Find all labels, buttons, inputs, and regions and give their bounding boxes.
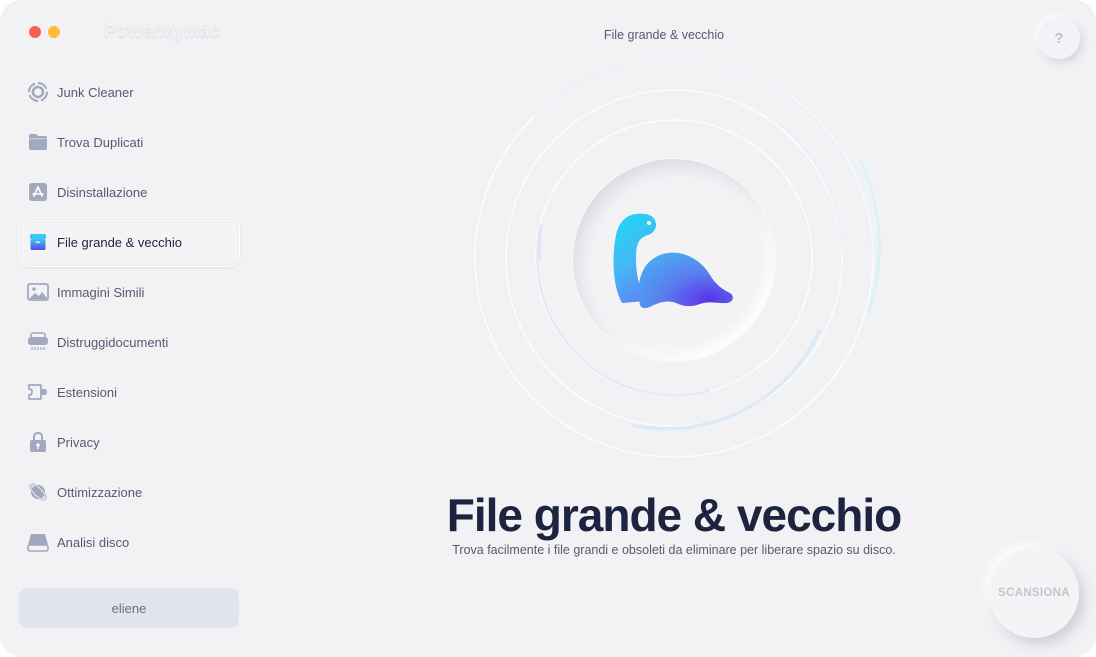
outer-ring-cyan-arc-end bbox=[858, 159, 881, 313]
plugin-icon bbox=[26, 380, 50, 404]
middle-ring-upper-arc bbox=[779, 124, 843, 251]
sidebar-item-disinstallazione[interactable]: Disinstallazione bbox=[19, 168, 239, 216]
shredder-icon bbox=[26, 330, 50, 354]
sidebar-item-label: Distruggidocumenti bbox=[57, 334, 169, 350]
sidebar-item-label: Estensioni bbox=[57, 384, 117, 400]
sidebar-item-file-grande-vecchio[interactable]: File grande & vecchio bbox=[19, 218, 239, 266]
inner-ring-lavender-start bbox=[537, 224, 543, 261]
image-icon bbox=[26, 280, 50, 304]
sidebar-item-label: Privacy bbox=[57, 434, 100, 450]
sidebar-item-label: Trova Duplicati bbox=[57, 134, 144, 150]
sidebar-item-distruggidocumenti[interactable]: Distruggidocumenti bbox=[19, 318, 239, 366]
help-button[interactable]: ? bbox=[1038, 17, 1080, 59]
sidebar-item-label: Junk Cleaner bbox=[57, 84, 134, 100]
app-store-icon bbox=[26, 180, 50, 204]
sidebar-item-estensioni[interactable]: Estensioni bbox=[19, 368, 239, 416]
question-icon: ? bbox=[1054, 29, 1064, 47]
junk-cleaner-icon bbox=[26, 80, 50, 104]
folder-icon bbox=[26, 130, 50, 154]
app-window: PowerMyMac Junk Cleaner Trova Duplicati … bbox=[0, 0, 1096, 657]
hero-title: File grande & vecchio bbox=[446, 489, 902, 541]
sidebar-item-label: Disinstallazione bbox=[57, 184, 148, 200]
sidebar-item-junk-cleaner[interactable]: Junk Cleaner bbox=[19, 68, 239, 116]
sidebar-item-label: File grande & vecchio bbox=[57, 234, 183, 250]
hero-subtitle: Trova facilmente i file grandi e obsolet… bbox=[452, 543, 896, 557]
lock-icon bbox=[26, 430, 50, 454]
scan-button[interactable]: SCANSIONA bbox=[989, 548, 1079, 638]
page-title: File grande & vecchio bbox=[603, 28, 725, 42]
sidebar-item-immagini-simili[interactable]: Immagini Simili bbox=[19, 268, 239, 316]
sidebar-item-trova-duplicati[interactable]: Trova Duplicati bbox=[19, 118, 239, 166]
archive-box-icon bbox=[26, 230, 50, 254]
sidebar-item-privacy[interactable]: Privacy bbox=[19, 418, 239, 466]
dinosaur-logo-icon bbox=[613, 213, 733, 309]
sidebar-item-label: Immagini Simili bbox=[57, 284, 145, 300]
user-account-button[interactable]: eliene bbox=[19, 588, 239, 628]
